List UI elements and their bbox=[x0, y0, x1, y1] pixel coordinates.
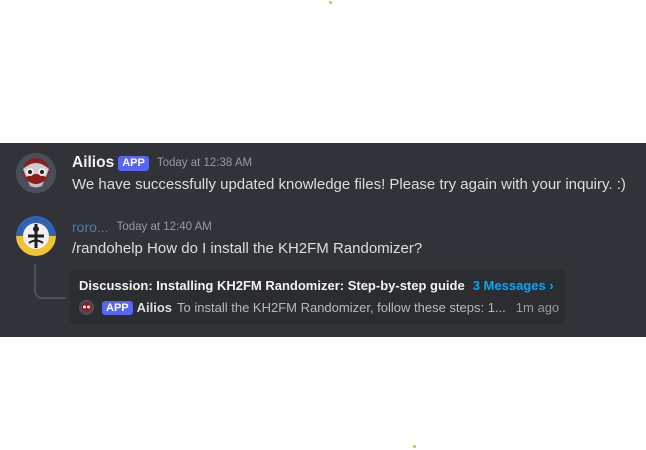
message-text: /randohelp How do I install the KH2FM Ra… bbox=[72, 240, 423, 257]
bot-avatar-image bbox=[16, 153, 56, 193]
preview-text: To install the KH2FM Randomizer, follow … bbox=[177, 300, 506, 315]
thread-card[interactable]: Discussion: Installing KH2FM Randomizer:… bbox=[70, 270, 566, 324]
page: Ailios APP Today at 12:38 AM We have suc… bbox=[0, 0, 646, 450]
thread-message-count-link[interactable]: 3 Messages › bbox=[473, 278, 554, 293]
thread-title[interactable]: Discussion: Installing KH2FM Randomizer:… bbox=[79, 278, 465, 293]
decorative-dot bbox=[413, 445, 416, 448]
thread-connector-line bbox=[34, 264, 66, 299]
app-badge: APP bbox=[102, 300, 133, 315]
preview-avatar-icon bbox=[79, 300, 94, 315]
message-timestamp: Today at 12:40 AM bbox=[116, 221, 212, 233]
author-name[interactable]: Ailios bbox=[72, 154, 114, 172]
message-text: We have successfully updated knowledge f… bbox=[72, 176, 626, 193]
chat-message-area: Ailios APP Today at 12:38 AM We have suc… bbox=[0, 143, 646, 337]
app-badge: APP bbox=[118, 155, 149, 171]
message-timestamp: Today at 12:38 AM bbox=[156, 157, 253, 169]
thread-preview: APP Ailios To install the KH2FM Randomiz… bbox=[79, 300, 559, 315]
decorative-dot bbox=[329, 1, 332, 4]
thread-title-row: Discussion: Installing KH2FM Randomizer:… bbox=[79, 278, 554, 293]
preview-author: Ailios bbox=[136, 300, 173, 315]
user-avatar-image bbox=[16, 216, 56, 256]
message-header: Ailios APP Today at 12:38 AM bbox=[72, 154, 252, 172]
bot-avatar-icon[interactable] bbox=[16, 153, 56, 193]
message-header: roro... Today at 12:40 AM bbox=[72, 219, 212, 235]
user-avatar-icon[interactable] bbox=[16, 216, 56, 256]
preview-time: 1m ago bbox=[515, 300, 560, 315]
author-name[interactable]: roro... bbox=[72, 219, 109, 235]
